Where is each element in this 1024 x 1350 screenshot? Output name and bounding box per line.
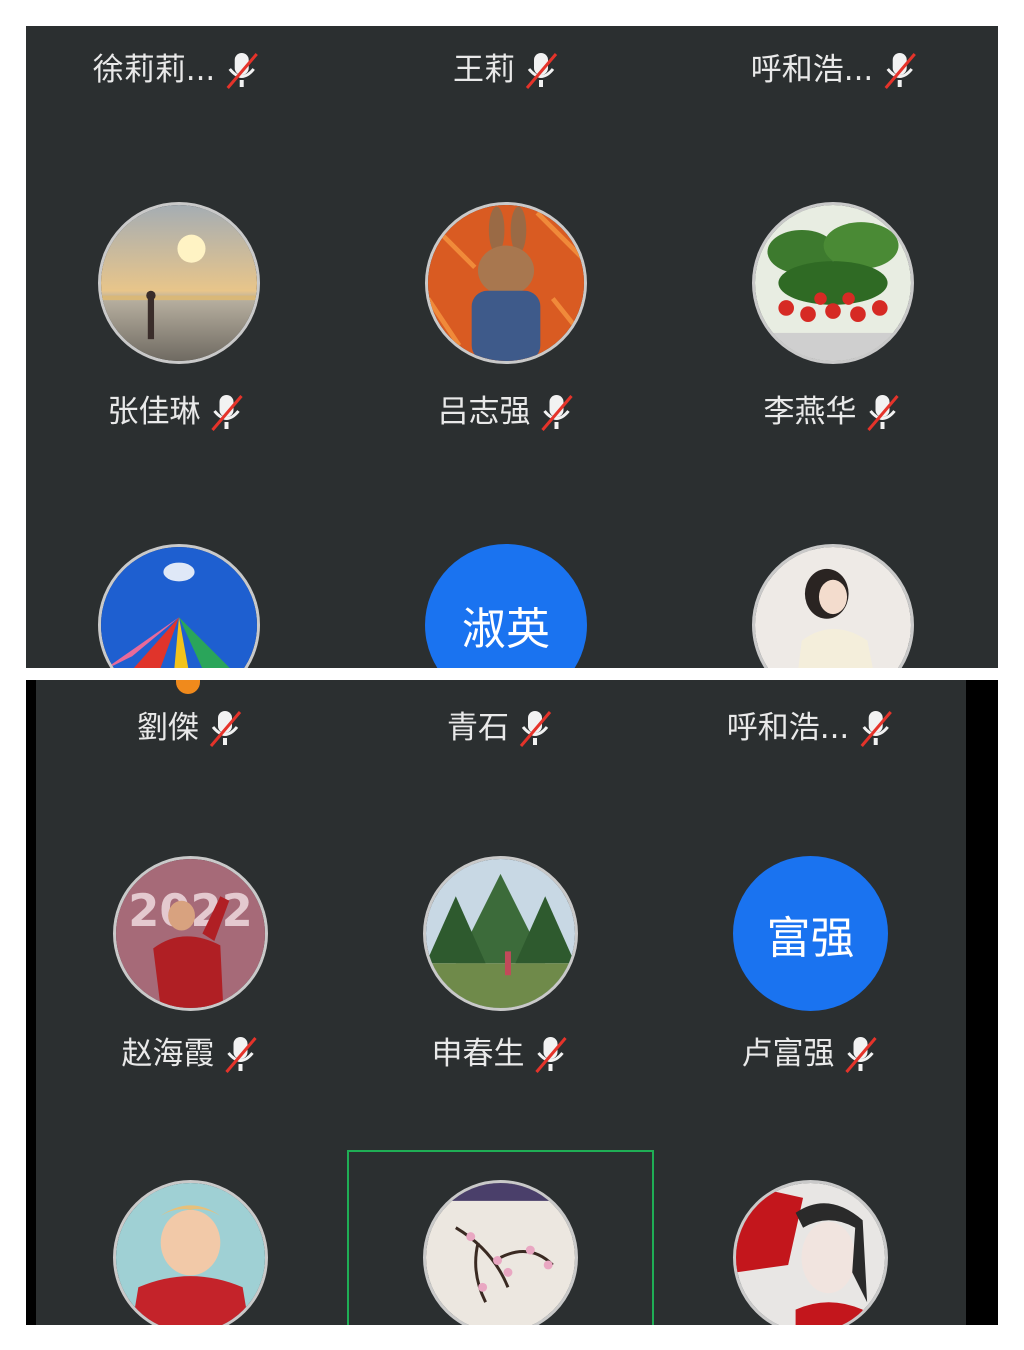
avatar-initials-text: 淑英 — [462, 604, 550, 655]
top-meeting-panel: 徐莉莉... 王莉 呼和浩... 张佳琳 吕志强 李燕华 淑英 — [26, 26, 998, 668]
colorful-flags-sky-photo — [101, 547, 257, 668]
participant-name: 吕志强 — [437, 394, 531, 430]
participant-name: 申春生 — [431, 1036, 525, 1072]
red-fan-girl-illustration — [736, 1183, 885, 1325]
avatar-initials-fuqiang[interactable]: 富强 — [733, 856, 888, 1011]
illustrated-woman-photo — [755, 547, 911, 668]
avatar-illustrated-woman[interactable] — [752, 544, 914, 668]
rabbit-carrots-photo — [428, 205, 584, 361]
mic-muted-icon — [209, 711, 242, 747]
participant-name: 徐莉莉... — [92, 52, 216, 88]
participant-label[interactable]: 吕志强 — [438, 392, 575, 432]
participant-label[interactable]: 青石 — [447, 708, 553, 748]
participant-name: 王莉 — [453, 52, 515, 88]
person-2022-photo: 2022 — [116, 859, 265, 1008]
mic-muted-icon — [884, 53, 916, 89]
avatar-plum-blossom[interactable] — [423, 1180, 578, 1325]
participant-name: 卢富强 — [741, 1036, 835, 1072]
mic-muted-icon — [535, 1037, 567, 1073]
avatar-red-fan-girl[interactable] — [733, 1180, 888, 1325]
participant-name: 赵海霞 — [121, 1036, 215, 1072]
avatar-person-2022[interactable]: 2022 — [113, 856, 268, 1011]
participant-label[interactable]: 王莉 — [453, 50, 559, 90]
participant-label[interactable]: 呼和浩... — [751, 50, 918, 90]
participant-label[interactable]: 赵海霞 — [122, 1034, 259, 1074]
avatar-sunset-beach[interactable] — [98, 202, 260, 364]
participant-name: 呼和浩... — [726, 710, 850, 746]
participant-name: 呼和浩... — [750, 52, 874, 88]
plum-blossom-photo — [426, 1183, 575, 1325]
right-edge-strip — [966, 680, 998, 1325]
participant-label[interactable]: 申春生 — [432, 1034, 569, 1074]
left-edge-strip — [26, 680, 36, 1325]
participant-name: 青石 — [447, 710, 509, 746]
participant-label[interactable]: 卢富强 — [742, 1034, 879, 1074]
mic-muted-icon — [541, 395, 573, 431]
mic-muted-icon — [211, 395, 243, 431]
participant-label[interactable]: 李燕华 — [764, 392, 901, 432]
avatar-initials-shuying[interactable]: 淑英 — [425, 544, 587, 668]
strawberry-plant-photo — [755, 205, 911, 361]
mic-muted-icon — [525, 53, 558, 89]
participant-label[interactable]: 劉傑 — [137, 708, 243, 748]
participant-name: 劉傑 — [137, 710, 199, 746]
avatar-child[interactable] — [113, 1180, 268, 1325]
avatar-flags-sky[interactable] — [98, 544, 260, 668]
avatar-initials-text: 富强 — [766, 912, 855, 964]
participant-label[interactable]: 徐莉莉... — [93, 50, 260, 90]
avatar-strawberry[interactable] — [752, 202, 914, 364]
child-red-shirt-photo — [116, 1183, 265, 1325]
mic-muted-icon — [867, 395, 899, 431]
mic-muted-icon — [519, 711, 552, 747]
participant-label[interactable]: 呼和浩... — [727, 708, 894, 748]
avatar-rabbit[interactable] — [425, 202, 587, 364]
forest-person-photo — [426, 859, 575, 1008]
avatar-forest-person[interactable] — [423, 856, 578, 1011]
mic-muted-icon — [225, 1037, 257, 1073]
participant-label[interactable]: 张佳琳 — [108, 392, 245, 432]
host-badge-icon — [176, 680, 200, 694]
participant-name: 李燕华 — [763, 394, 857, 430]
participant-name: 张佳琳 — [107, 394, 201, 430]
mic-muted-icon — [845, 1037, 877, 1073]
sunset-beach-photo — [101, 205, 257, 361]
mic-muted-icon — [860, 711, 892, 747]
bottom-meeting-panel: 劉傑 青石 呼和浩... 2022 富强 赵海霞 申春生 — [26, 680, 998, 1325]
mic-muted-icon — [226, 53, 258, 89]
